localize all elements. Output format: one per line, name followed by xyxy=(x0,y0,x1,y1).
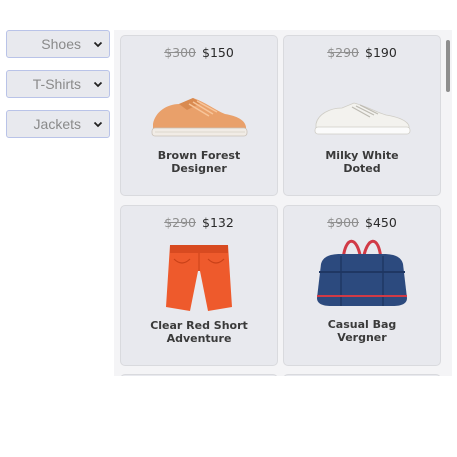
price-row: $300 $150 xyxy=(121,45,277,60)
original-price: $290 xyxy=(327,45,359,60)
product-card[interactable]: $900 $450 Casual Bag Vergner xyxy=(283,205,441,366)
product-name: Clear Red Short Adventure xyxy=(150,319,248,345)
price-row: $290 $190 xyxy=(284,45,440,60)
scrollbar[interactable] xyxy=(444,30,452,376)
chevron-down-icon xyxy=(93,121,103,128)
product-card[interactable]: $290 $132 Clear Red Short Adventure xyxy=(120,205,278,366)
category-filters: Shoes T-Shirts Jackets xyxy=(6,30,110,150)
chevron-down-icon xyxy=(93,41,103,48)
duffel-bag-image xyxy=(317,239,407,306)
product-name: Brown Forest Designer xyxy=(157,149,241,175)
sale-price: $190 xyxy=(365,45,397,60)
product-name: Casual Bag Vergner xyxy=(327,318,397,344)
jackets-select[interactable]: Jackets xyxy=(6,110,110,138)
scrollbar-thumb[interactable] xyxy=(446,40,450,92)
select-label: Jackets xyxy=(33,116,81,132)
product-card[interactable] xyxy=(283,374,441,376)
product-card[interactable]: $290 $190 Milky White Doted xyxy=(283,35,441,196)
tshirts-select[interactable]: T-Shirts xyxy=(6,70,110,98)
product-name: Milky White Doted xyxy=(325,149,399,175)
price-row: $900 $450 xyxy=(284,215,440,230)
sale-price: $450 xyxy=(365,215,397,230)
original-price: $290 xyxy=(164,215,196,230)
chevron-down-icon xyxy=(93,81,103,88)
white-sneaker-image xyxy=(314,102,411,135)
product-grid[interactable]: $300 $150 Brown Forest Designer $290 $190 … xyxy=(114,30,452,376)
sale-price: $132 xyxy=(202,215,234,230)
tan-sneaker-image xyxy=(151,98,248,137)
original-price: $900 xyxy=(327,215,359,230)
shoes-select[interactable]: Shoes xyxy=(6,30,110,58)
product-card[interactable] xyxy=(120,374,278,376)
sale-price: $150 xyxy=(202,45,234,60)
product-card[interactable]: $300 $150 Brown Forest Designer xyxy=(120,35,278,196)
price-row: $290 $132 xyxy=(121,215,277,230)
red-shorts-image xyxy=(166,245,232,311)
original-price: $300 xyxy=(164,45,196,60)
select-label: T-Shirts xyxy=(32,76,81,92)
select-label: Shoes xyxy=(41,36,81,52)
